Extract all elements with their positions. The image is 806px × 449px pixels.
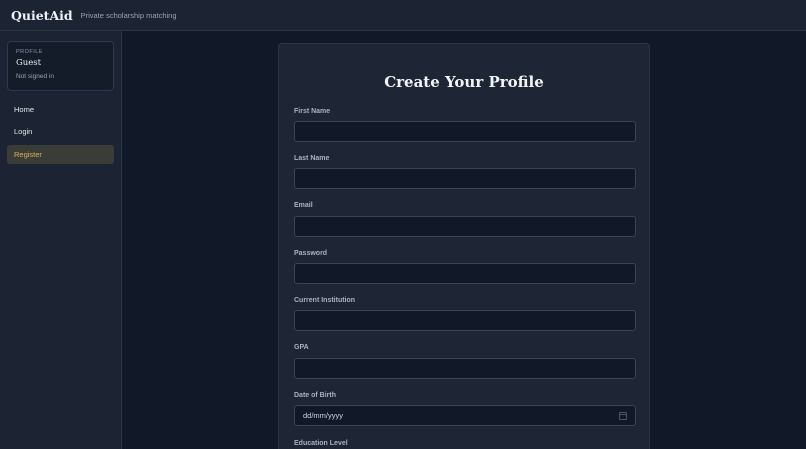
dob-input[interactable]: dd/mm/yyyy [294,405,636,426]
last-name-input[interactable] [294,168,636,189]
calendar-icon[interactable] [619,412,627,420]
dob-placeholder: dd/mm/yyyy [303,411,344,420]
tagline: Private scholarship matching [80,10,177,20]
sidebar-item-login[interactable]: Login [7,122,114,141]
registration-form-card: Create Your Profile First Name Last Name… [278,43,650,449]
sidebar-item-home[interactable]: Home [7,100,114,119]
dob-label: Date of Birth [294,392,336,399]
gpa-label: GPA [294,344,309,351]
profile-card: PROFILE Guest Not signed in [7,41,114,91]
education-level-label: Education Level [294,440,348,447]
profile-label: PROFILE [16,49,44,55]
gpa-input[interactable] [294,358,636,379]
top-bar: QuietAid Private scholarship matching [0,0,806,31]
institution-label: Current Institution [294,297,356,304]
profile-status: Not signed in [16,73,54,80]
email-label: Email [294,202,313,209]
password-label: Password [294,250,328,257]
brand-logo[interactable]: QuietAid [11,8,73,23]
first-name-label: First Name [294,108,331,115]
form-title: Create Your Profile [384,73,544,91]
first-name-input[interactable] [294,121,636,142]
email-input[interactable] [294,216,636,237]
last-name-label: Last Name [294,155,330,162]
profile-name: Guest [16,58,42,68]
main-content: Create Your Profile First Name Last Name… [122,31,806,449]
password-input[interactable] [294,263,636,284]
sidebar: PROFILE Guest Not signed in Home Login R… [0,31,122,449]
institution-input[interactable] [294,310,636,331]
sidebar-item-register[interactable]: Register [7,145,114,164]
